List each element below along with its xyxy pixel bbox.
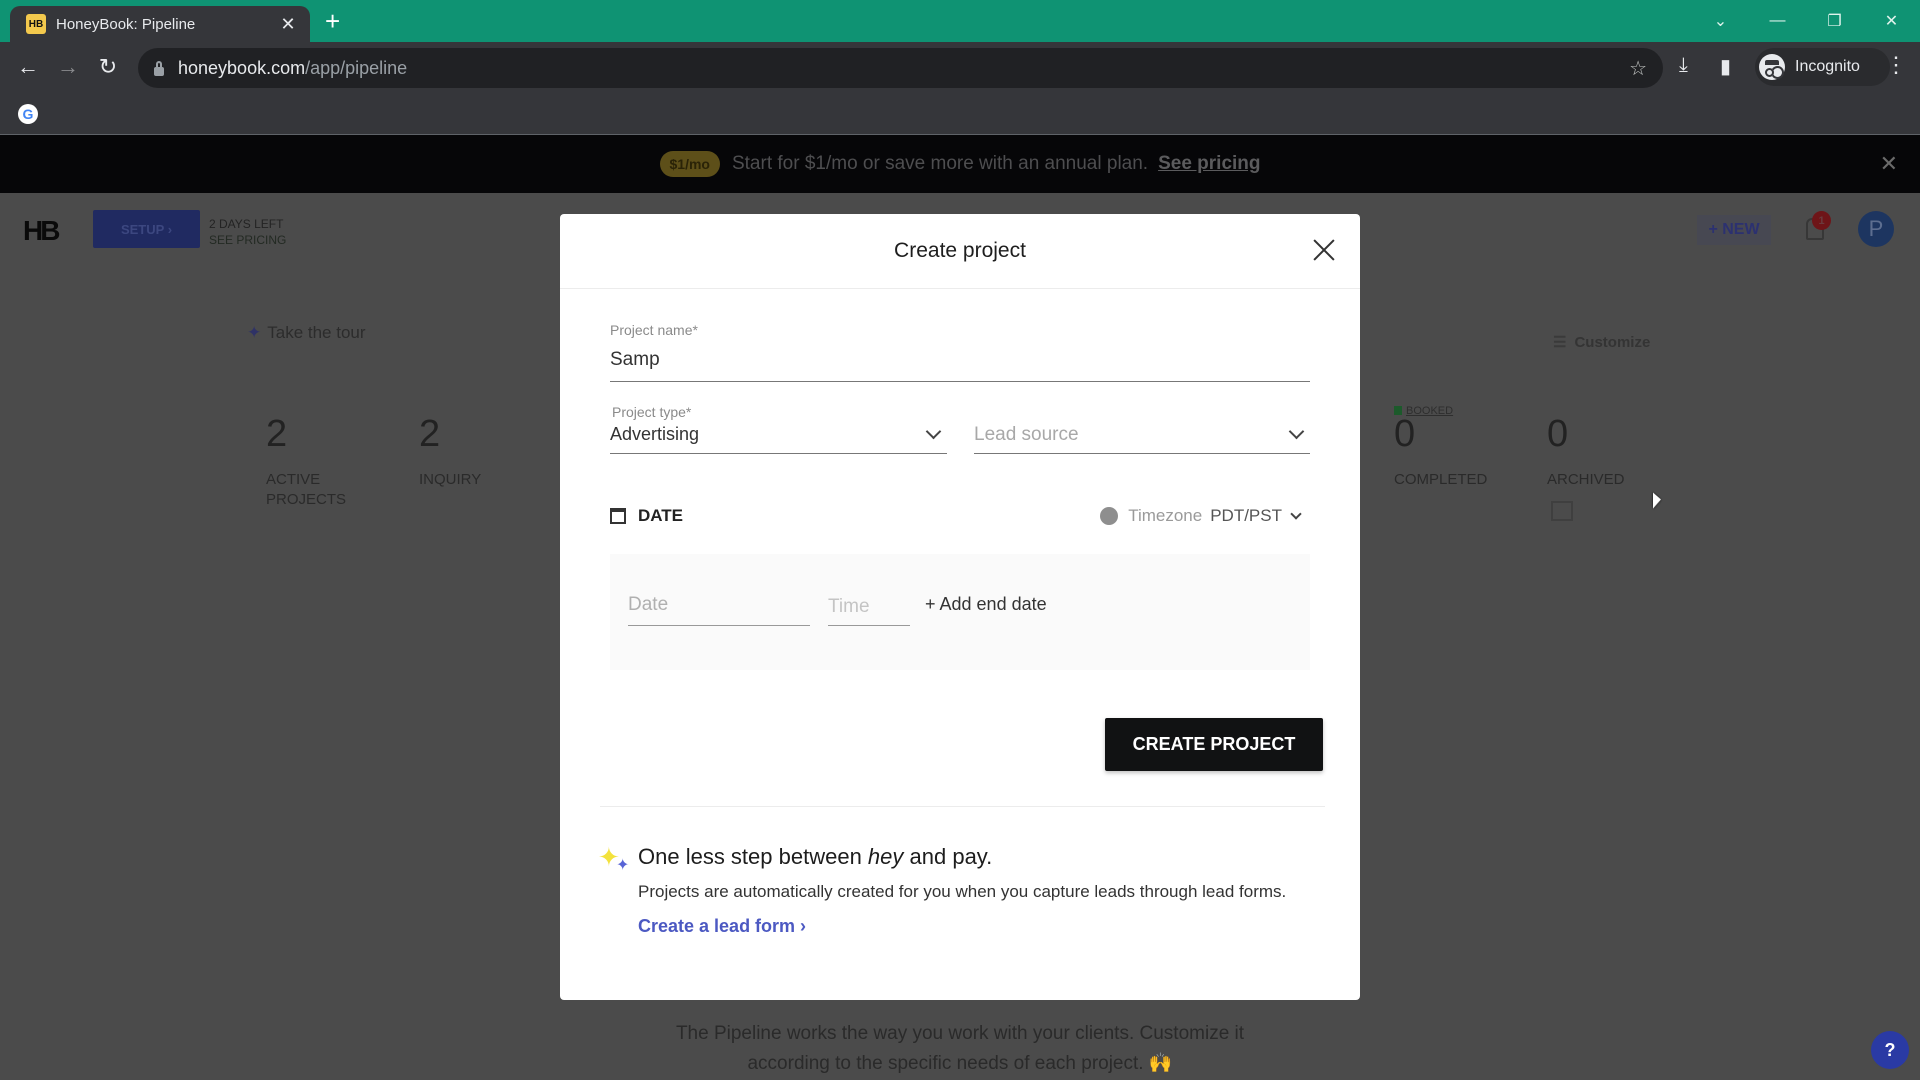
chevron-down-icon <box>1288 423 1305 440</box>
lead-promo-title: One less step between hey and pay. <box>638 844 992 870</box>
incognito-indicator[interactable]: Incognito <box>1755 48 1890 86</box>
timezone-label: Timezone <box>1128 506 1203 525</box>
setup-button[interactable]: SETUP › <box>93 210 200 248</box>
modal-close-icon[interactable] <box>1310 236 1338 264</box>
browser-tab-active[interactable]: HB HoneyBook: Pipeline ✕ <box>10 6 310 42</box>
pipeline-description-line: The Pipeline works the way you work with… <box>675 1023 1245 1044</box>
promo-close-icon[interactable]: ✕ <box>1880 151 1898 177</box>
metric-archived[interactable]: 0 ARCHIVED <box>1547 413 1697 490</box>
lead-source-placeholder: Lead source <box>974 423 1079 445</box>
chevron-down-icon <box>925 423 942 440</box>
pipeline-description-line: according to the specific needs of each … <box>747 1053 1173 1074</box>
metric-value: 2 <box>266 413 288 455</box>
globe-icon <box>1100 507 1119 525</box>
back-arrow-icon[interactable]: ← <box>14 54 42 80</box>
honeybook-logo[interactable]: HB <box>23 215 60 247</box>
promo-text: Start for $1/mo or save more with an ann… <box>731 153 1149 174</box>
tour-label: Take the tour <box>267 323 366 342</box>
project-type-select[interactable]: Advertising <box>610 416 947 454</box>
window-close-icon[interactable]: ✕ <box>1863 11 1920 31</box>
chevron-down-icon <box>1290 508 1302 520</box>
project-name-label: Project name* <box>610 322 698 338</box>
new-button[interactable]: + NEW <box>1697 215 1771 245</box>
user-avatar[interactable]: P <box>1858 211 1894 247</box>
incognito-label: Incognito <box>1795 58 1860 75</box>
metric-completed[interactable]: 0 COMPLETED <box>1394 413 1544 490</box>
date-section-heading: DATE <box>610 506 683 526</box>
tab-close-icon[interactable]: ✕ <box>278 14 298 35</box>
side-panel-icon[interactable]: ▮ <box>1720 54 1731 79</box>
add-end-date-button[interactable]: + Add end date <box>925 594 1047 615</box>
customize-label: Customize <box>1574 334 1651 351</box>
date-input[interactable]: Date <box>628 592 810 626</box>
timezone-value: PDT/PST <box>1210 506 1282 525</box>
lead-promo-title-emphasis: hey <box>867 844 904 869</box>
sparkle-icon: ✦ ✦ <box>598 842 630 874</box>
project-type-value: Advertising <box>610 424 700 444</box>
lead-source-select[interactable]: Lead source <box>974 416 1310 454</box>
metric-label: COMPLETED <box>1394 471 1488 488</box>
notification-badge: 1 <box>1812 211 1831 230</box>
window-controls: ⌄ — ❐ ✕ <box>1692 0 1920 42</box>
promo-badge: $1/mo <box>659 151 720 177</box>
customize-button[interactable]: ☰ Customize <box>1553 333 1650 351</box>
restore-icon[interactable]: ❐ <box>1806 11 1863 31</box>
metric-label: ACTIVE PROJECTS <box>266 471 347 508</box>
date-panel: Date Time + Add end date <box>610 554 1310 670</box>
create-lead-form-link[interactable]: Create a lead form › <box>638 916 806 937</box>
project-name-input[interactable] <box>610 344 1310 382</box>
honeybook-favicon-icon: HB <box>26 14 46 34</box>
archive-icon <box>1551 501 1573 521</box>
timezone-select[interactable]: Timezone PDT/PST <box>1100 506 1302 526</box>
sparkle-icon: ✦ <box>247 323 262 342</box>
sliders-icon: ☰ <box>1553 334 1567 351</box>
trial-days-left: 2 DAYS LEFT <box>209 217 284 231</box>
divider <box>600 806 1325 807</box>
lock-icon <box>154 60 164 76</box>
bookmarks-bar: G <box>0 94 1920 135</box>
download-icon[interactable]: ⤓ <box>1679 54 1688 77</box>
url-host: honeybook.com <box>178 57 306 78</box>
metric-label: INQUIRY <box>419 471 482 488</box>
metric-value: 2 <box>419 413 441 455</box>
lead-promo-title-part: One less step between <box>638 844 868 869</box>
take-the-tour-link[interactable]: ✦ Take the tour <box>247 323 366 343</box>
time-input[interactable]: Time <box>828 592 910 626</box>
create-project-modal: Create project Project name* Project typ… <box>560 214 1360 1000</box>
metric-label: ARCHIVED <box>1547 471 1625 488</box>
trial-see-pricing-link[interactable]: SEE PRICING <box>209 232 286 248</box>
metric-inquiry[interactable]: 2 INQUIRY <box>419 413 569 490</box>
minimize-icon[interactable]: — <box>1749 12 1806 30</box>
metric-value: 0 <box>1547 413 1569 455</box>
trial-info: 2 DAYS LEFT SEE PRICING <box>209 216 286 248</box>
browser-toolbar: ← → ↻ honeybook.com/app/pipeline ☆ ⤓ ▮ I… <box>0 42 1920 94</box>
see-pricing-link[interactable]: See pricing <box>1158 153 1260 175</box>
mouse-cursor-icon <box>1653 492 1661 512</box>
new-tab-button[interactable]: + <box>325 8 340 34</box>
help-button[interactable]: ? <box>1871 1031 1909 1069</box>
lead-promo-text: Projects are automatically created for y… <box>638 882 1287 901</box>
pipeline-description: The Pipeline works the way you work with… <box>0 1019 1920 1079</box>
calendar-icon <box>610 508 626 524</box>
bookmark-star-icon[interactable]: ☆ <box>1629 56 1647 81</box>
incognito-icon <box>1759 54 1785 80</box>
metric-value: 0 <box>1394 413 1416 455</box>
forward-arrow-icon[interactable]: → <box>54 54 82 80</box>
lead-promo-title-part: and pay. <box>903 844 993 869</box>
modal-title: Create project <box>894 239 1026 262</box>
tab-title: HoneyBook: Pipeline <box>56 15 196 33</box>
address-bar[interactable]: honeybook.com/app/pipeline ☆ <box>138 48 1663 88</box>
browser-tab-bar: HB HoneyBook: Pipeline ✕ + ⌄ — ❐ ✕ <box>0 0 1920 42</box>
promo-banner: $1/mo Start for $1/mo or save more with … <box>0 135 1920 193</box>
metric-active-projects[interactable]: 2 ACTIVE PROJECTS <box>266 413 416 510</box>
date-heading-label: DATE <box>638 506 684 525</box>
create-project-button[interactable]: CREATE PROJECT <box>1105 718 1323 771</box>
browser-menu-icon[interactable]: ⋮ <box>1885 52 1907 78</box>
modal-header: Create project <box>560 214 1360 289</box>
reload-icon[interactable]: ↻ <box>94 54 122 80</box>
url-path: /app/pipeline <box>305 57 408 78</box>
google-bookmark-icon[interactable]: G <box>18 104 38 124</box>
tab-search-icon[interactable]: ⌄ <box>1692 11 1749 31</box>
